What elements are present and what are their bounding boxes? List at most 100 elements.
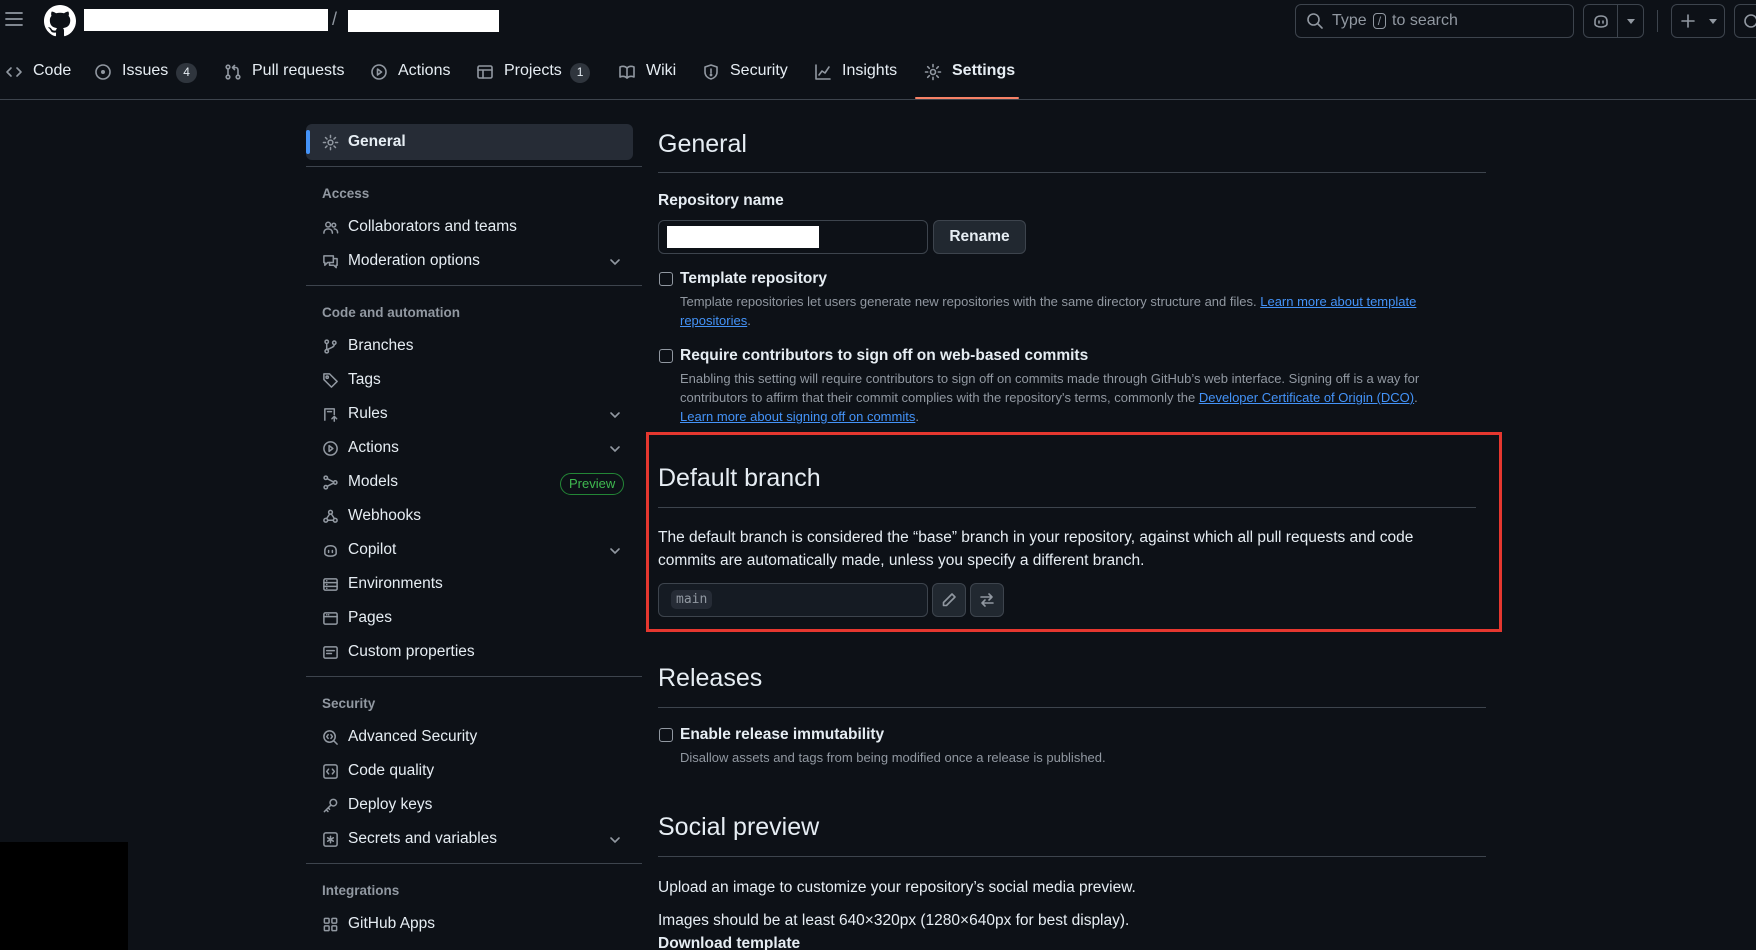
sidebar-item-general-label[interactable]: General <box>322 128 406 156</box>
owner-name-redacted[interactable] <box>84 9 328 31</box>
tab-pull-requests[interactable]: Pull requests <box>224 54 345 100</box>
book-icon <box>619 65 635 79</box>
sidebar-label: General <box>348 133 406 150</box>
sidebar-divider <box>306 863 642 864</box>
webhook-icon <box>323 509 338 523</box>
sidebar-label: Webhooks <box>348 507 421 524</box>
git-branch-icon <box>324 338 337 354</box>
create-dropdown-caret[interactable] <box>1704 5 1722 37</box>
repo-push-icon <box>324 407 338 422</box>
signoff-desc-2: contributors to affirm that their commit… <box>680 390 1196 405</box>
repo-name-label: Repository name <box>658 192 784 209</box>
play-icon <box>323 440 338 456</box>
chevron-down-icon[interactable] <box>608 408 622 422</box>
menu-icon[interactable] <box>2 7 26 31</box>
tab-security[interactable]: Security <box>702 54 788 100</box>
tab-settings[interactable]: Settings <box>924 54 1015 100</box>
signoff-dot: . <box>1414 390 1418 405</box>
learn-more-template-link[interactable]: Learn more about template <box>1260 294 1416 309</box>
create-new-menu[interactable] <box>1671 4 1725 38</box>
tab-wiki[interactable]: Wiki <box>618 54 676 100</box>
dco-link[interactable]: Developer Certificate of Origin (DCO) <box>1199 390 1414 405</box>
issues-count: 4 <box>176 63 197 83</box>
release-immutability-title: Enable release immutability <box>680 726 885 743</box>
signoff-checkbox[interactable] <box>659 349 673 363</box>
copilot-icon[interactable] <box>1584 5 1617 37</box>
codescan-icon <box>323 729 338 745</box>
tab-issues[interactable]: Issues 4 <box>94 54 197 100</box>
search-suffix: to search <box>1392 12 1458 29</box>
sidebar-divider <box>306 285 642 286</box>
copilot-menu[interactable] <box>1583 4 1644 38</box>
gear-icon <box>322 134 339 150</box>
search-input[interactable]: Type / to search <box>1295 4 1574 38</box>
tab-code[interactable]: Code <box>5 54 71 100</box>
sidebar-item-tags[interactable]: Tags <box>322 366 381 394</box>
tab-label: Projects <box>504 62 562 79</box>
sidebar-item-actions[interactable]: Actions <box>322 434 399 462</box>
sidebar-label: Code quality <box>348 762 435 779</box>
sidebar-item-moderation[interactable]: Moderation options <box>322 247 480 275</box>
chevron-down-icon[interactable] <box>608 833 622 847</box>
sidebar-item-models[interactable]: Models <box>322 468 398 496</box>
rename-button[interactable]: Rename <box>933 220 1026 254</box>
sidebar-item-rules[interactable]: Rules <box>322 400 388 428</box>
asterisk-icon <box>323 831 338 847</box>
template-repository-checkbox[interactable] <box>659 272 673 286</box>
sidebar-item-webhooks[interactable]: Webhooks <box>322 502 421 530</box>
github-logo-icon[interactable] <box>44 5 76 37</box>
sidebar-item-pages[interactable]: Pages <box>322 604 392 632</box>
sidebar-label: Rules <box>348 405 388 422</box>
signoff-description: Enabling this setting will require contr… <box>680 369 1480 426</box>
tab-label: Wiki <box>646 62 677 79</box>
tab-projects[interactable]: Projects 1 <box>476 54 591 100</box>
sidebar-item-deploy-keys[interactable]: Deploy keys <box>322 791 432 819</box>
sidebar-heading-integrations: Integrations <box>322 883 400 898</box>
sidebar-item-code-quality[interactable]: Code quality <box>322 757 434 785</box>
tag-icon <box>323 372 338 388</box>
chevron-down-icon[interactable] <box>608 255 622 269</box>
template-repository-title: Template repository <box>680 270 828 287</box>
sidebar-divider <box>306 676 642 677</box>
sidebar-heading-access: Access <box>322 186 370 201</box>
chevron-down-icon[interactable] <box>608 442 622 456</box>
git-pull-request-icon <box>225 64 241 80</box>
sidebar-item-custom-properties[interactable]: Custom properties <box>322 638 475 666</box>
server-icon <box>323 577 338 591</box>
issues-icon[interactable] <box>1734 4 1756 38</box>
download-template-link[interactable]: Download template <box>658 932 800 950</box>
comment-discussion-icon <box>323 254 338 268</box>
key-icon <box>323 798 338 812</box>
tab-label: Pull requests <box>252 62 345 79</box>
repo-name-redacted[interactable] <box>348 10 499 32</box>
sidebar-item-github-apps[interactable]: GitHub Apps <box>322 910 435 938</box>
signoff-end: . <box>915 409 919 424</box>
copilot-dropdown-caret[interactable] <box>1618 5 1643 37</box>
sidebar-item-environments[interactable]: Environments <box>322 570 443 598</box>
search-prefix: Type <box>1332 12 1367 29</box>
learn-more-template-link-cont[interactable]: repositories <box>680 313 747 328</box>
preview-badge: Preview <box>560 473 625 495</box>
search-icon <box>1307 13 1323 29</box>
sidebar-item-advanced-security[interactable]: Advanced Security <box>322 723 477 751</box>
sidebar-item-secrets[interactable]: Secrets and variables <box>322 825 497 853</box>
chevron-down-icon[interactable] <box>608 544 622 558</box>
repo-name-input[interactable] <box>658 220 928 254</box>
section-divider <box>658 172 1486 173</box>
tab-actions[interactable]: Actions <box>370 54 450 100</box>
plus-icon[interactable] <box>1672 5 1704 37</box>
note-icon <box>323 645 338 659</box>
sidebar-item-collaborators[interactable]: Collaborators and teams <box>322 213 517 241</box>
sidebar-label: Branches <box>348 337 414 354</box>
sidebar-item-copilot[interactable]: Copilot <box>322 536 396 564</box>
sidebar-item-branches[interactable]: Branches <box>322 332 413 360</box>
template-repository-description: Template repositories let users generate… <box>680 292 1480 330</box>
shield-icon <box>704 64 718 80</box>
tab-insights[interactable]: Insights <box>814 54 897 100</box>
global-header: / Type / to search <box>0 0 1756 42</box>
browser-icon <box>323 611 338 625</box>
sidebar-label: Pages <box>348 609 392 626</box>
learn-more-signoff-link[interactable]: Learn more about signing off on commits <box>680 409 915 424</box>
release-immutability-checkbox[interactable] <box>659 728 673 742</box>
tab-label: Settings <box>952 62 1016 79</box>
